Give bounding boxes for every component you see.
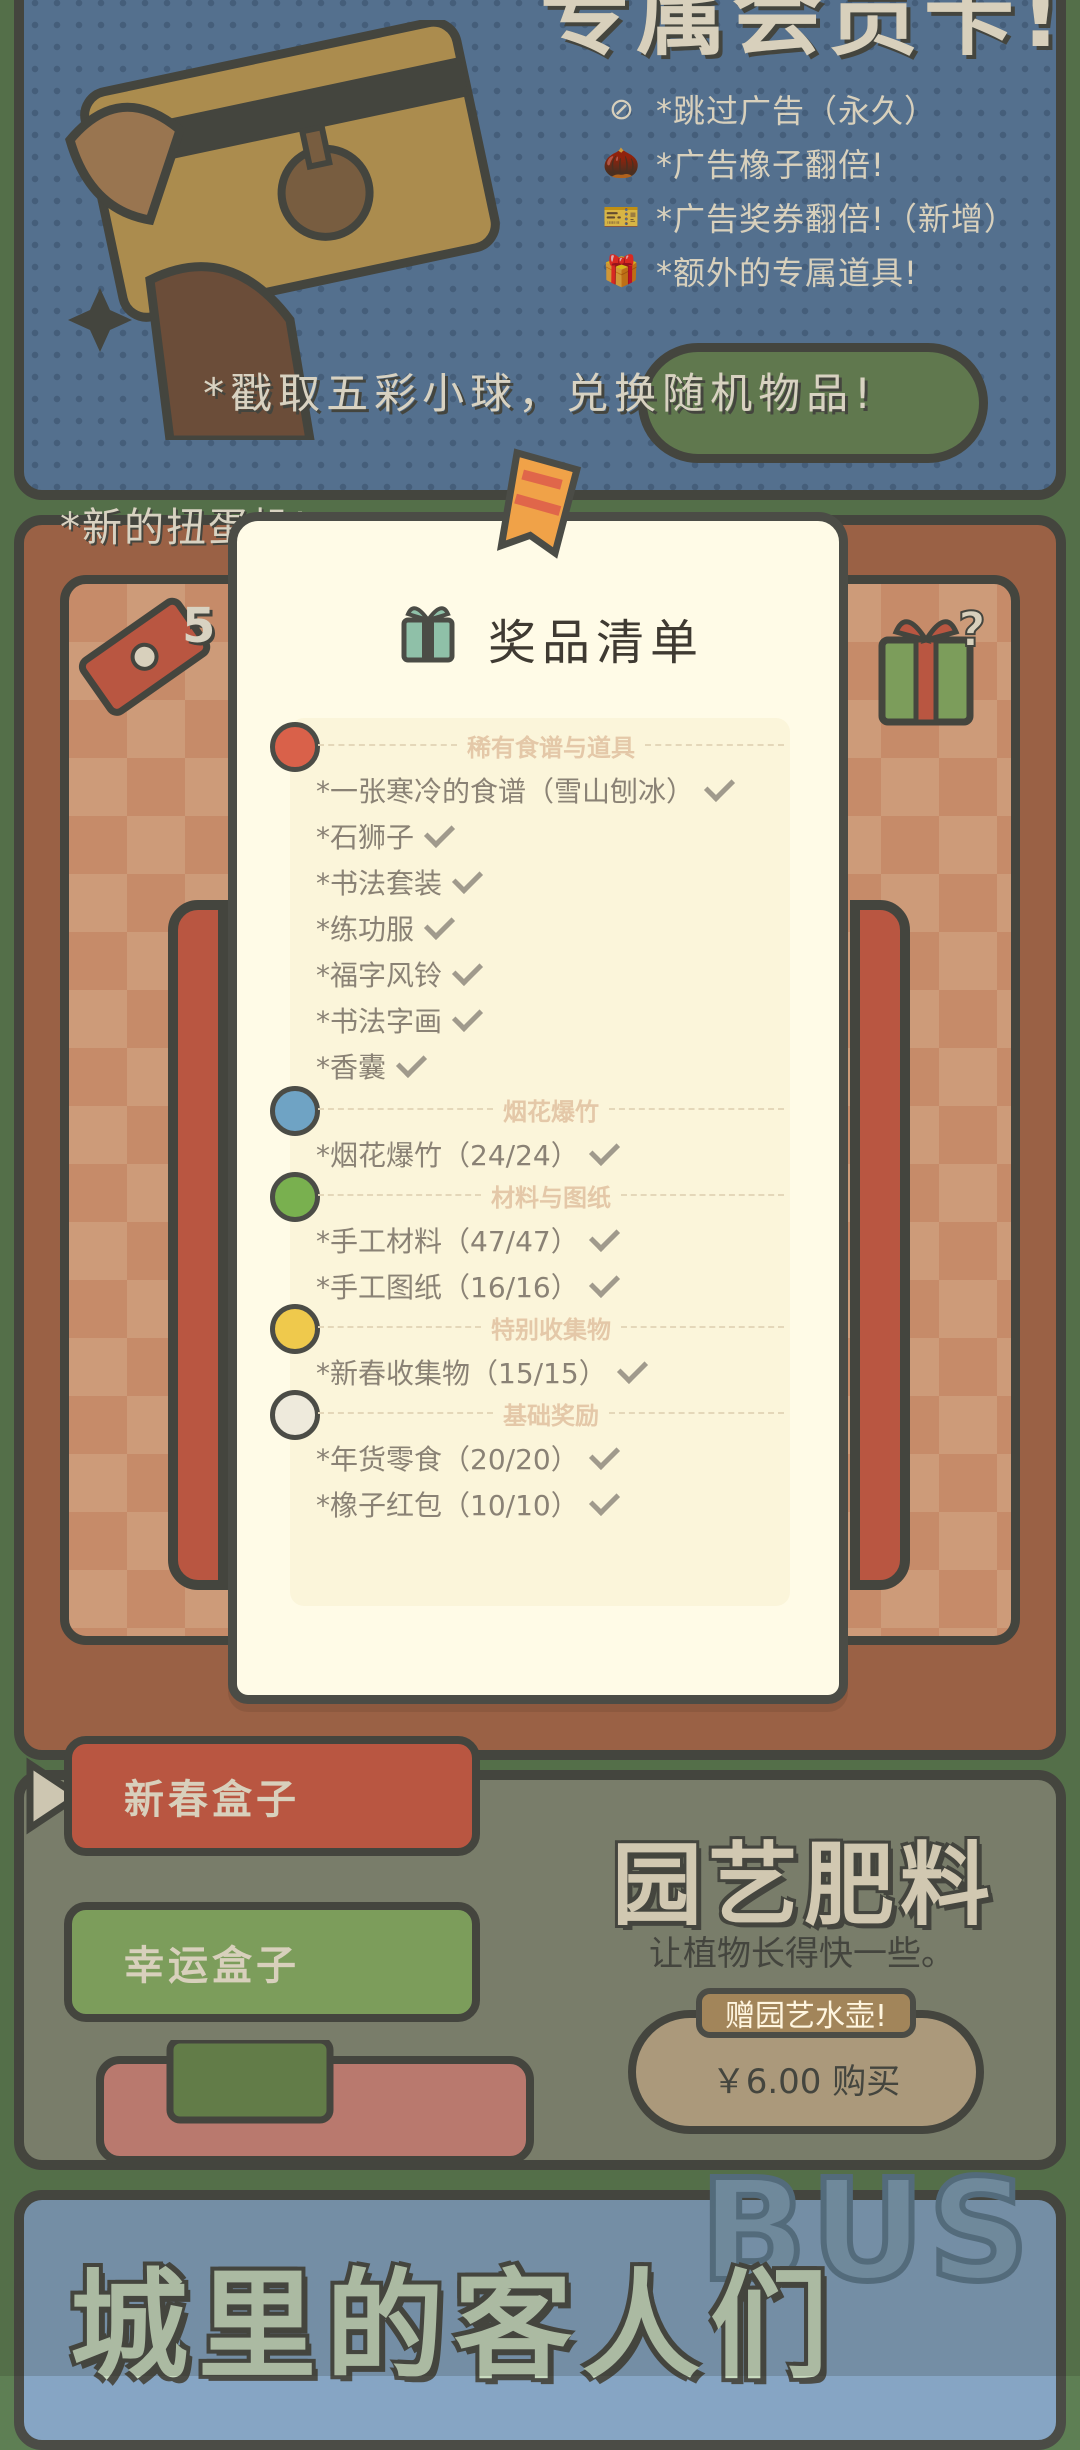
prize-item: *书法套装 — [316, 862, 484, 902]
check-icon — [616, 1352, 648, 1384]
gift-icon: 🎁 — [602, 253, 642, 289]
prize-item: *练功服 — [316, 908, 456, 948]
buy-price-label: ￥6.00 购买 — [711, 2061, 901, 2102]
check-icon — [451, 1000, 484, 1032]
acorn-icon: 🌰 — [602, 145, 642, 181]
city-guests-title: 城里的客人们 — [70, 2257, 839, 2395]
green-ball-icon — [270, 1172, 320, 1222]
prize-item: *新春收集物（15/15） — [316, 1352, 648, 1392]
check-icon — [703, 770, 736, 802]
prize-item: *橡子红包（10/10） — [316, 1484, 620, 1524]
lottery-description: *戳取五彩小球，兑换随机物品! — [203, 369, 877, 418]
membership-title: 专属会员卡! — [540, 0, 1068, 68]
yellow-ball-icon — [270, 1304, 320, 1354]
section-header: 稀有食谱与道具 — [318, 730, 784, 762]
perk-item: ⊘ *跳过广告（永久） — [600, 86, 937, 132]
prize-item: *年货零食（20/20） — [316, 1438, 620, 1478]
blue-ball-icon — [270, 1086, 320, 1136]
check-icon — [588, 1438, 620, 1470]
section-header: 材料与图纸 — [318, 1180, 784, 1212]
check-icon — [423, 816, 456, 848]
picnic-basket-illustration — [96, 2040, 534, 2164]
red-ball-icon — [270, 722, 320, 772]
perk-text: *额外的专属道具! — [656, 254, 918, 292]
prize-item: *福字风铃 — [316, 954, 484, 994]
prize-item: *香囊 — [316, 1046, 428, 1086]
fertilizer-title: 园艺肥料 — [612, 1833, 996, 1938]
perk-text: *广告橡子翻倍! — [656, 146, 885, 184]
check-icon — [423, 908, 456, 940]
fertilizer-description: 让植物长得快一些。 — [649, 1934, 955, 1974]
prize-item: *手工材料（47/47） — [316, 1220, 620, 1260]
check-icon — [588, 1220, 620, 1252]
paper-clip-tag-icon — [496, 448, 582, 559]
prize-list-title: 奖品清单 — [488, 615, 705, 671]
prize-item: *书法字画 — [316, 1000, 484, 1040]
perk-item: 🎫 *广告奖券翻倍!（新增） — [600, 194, 1017, 240]
fertilizer-bonus-badge: 赠园艺水壶! — [696, 1988, 916, 2038]
ticket-icon: 🎫 — [602, 199, 642, 235]
perk-text: *广告奖券翻倍!（新增） — [656, 200, 1017, 238]
white-ball-icon — [270, 1390, 320, 1440]
tab-label: 幸运盒子 — [124, 1943, 300, 1989]
section-header: 基础奖励 — [318, 1398, 784, 1430]
check-icon — [588, 1484, 620, 1516]
check-icon — [395, 1046, 428, 1078]
perk-item: 🌰 *广告橡子翻倍! — [600, 140, 885, 186]
perk-item: 🎁 *额外的专属道具! — [600, 248, 918, 294]
tab-label: 新春盒子 — [124, 1777, 300, 1823]
ticket-count: 5 — [182, 598, 216, 654]
tab-spring-box[interactable]: 新春盒子 — [64, 1736, 480, 1856]
check-icon — [588, 1134, 620, 1166]
section-header: 烟花爆竹 — [318, 1094, 784, 1126]
gacha-machine-left-side — [168, 900, 228, 1590]
check-icon — [451, 954, 484, 986]
check-icon — [451, 862, 484, 894]
no-ads-icon: ⊘ — [608, 91, 636, 127]
check-icon — [588, 1266, 620, 1298]
prize-item: *烟花爆竹（24/24） — [316, 1134, 620, 1174]
tab-lucky-box[interactable]: 幸运盒子 — [64, 1902, 480, 2022]
perk-text: *跳过广告（永久） — [656, 92, 938, 130]
prize-item: *一张寒冷的食谱（雪山刨冰） — [316, 770, 736, 810]
mystery-gift-icon[interactable]: ? — [876, 600, 996, 730]
gift-icon — [401, 606, 455, 663]
svg-text:?: ? — [958, 602, 986, 658]
prize-item: *手工图纸（16/16） — [316, 1266, 620, 1306]
prize-item: *石狮子 — [316, 816, 456, 856]
gacha-machine-right-side — [850, 900, 910, 1590]
section-header: 特别收集物 — [318, 1312, 784, 1344]
